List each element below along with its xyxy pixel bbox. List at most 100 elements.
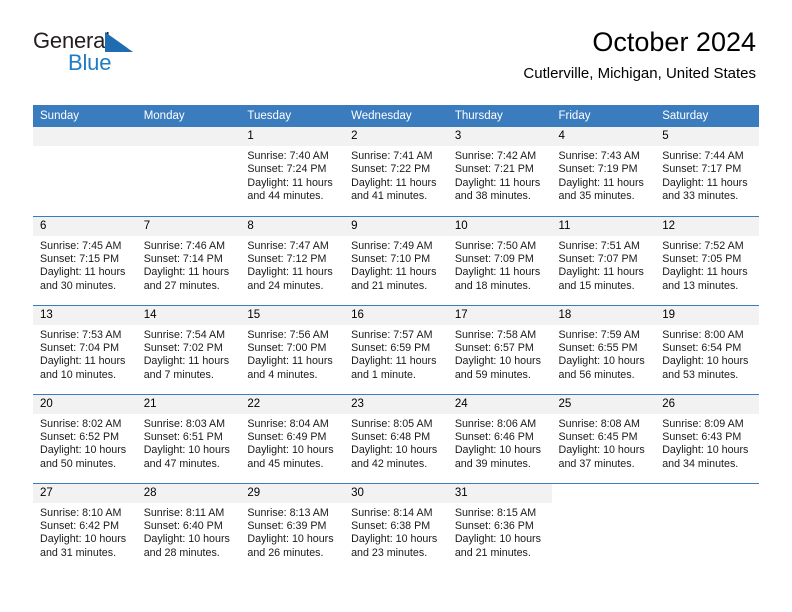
calendar-day-cell[interactable]: 25 Sunrise: 8:08 AM Sunset: 6:45 PM Dayligh…	[551, 393, 656, 483]
day-number: 13	[33, 305, 137, 325]
calendar-day-cell[interactable]: 30 Sunrise: 8:14 AM Sunset: 6:38 PM Dayligh…	[344, 482, 448, 572]
sunrise-text: Sunrise: 8:03 AM	[143, 417, 226, 430]
sunset-text: Sunset: 6:54 PM	[662, 341, 742, 354]
day-number: 6	[33, 216, 137, 236]
calendar-day-cell[interactable]: 5 Sunrise: 7:44 AM Sunset: 7:17 PM Daylight…	[655, 127, 759, 216]
calendar-day-cell[interactable]: 16 Sunrise: 7:57 AM Sunset: 6:59 PM Dayligh…	[344, 304, 448, 394]
calendar-day-cell[interactable]: 13 Sunrise: 7:53 AM Sunset: 7:04 PM Dayligh…	[33, 304, 137, 394]
daylight-text: Daylight: 11 hours and 21 minutes.	[351, 266, 437, 292]
sunrise-text: Sunrise: 7:51 AM	[558, 239, 640, 252]
generalblue-logo[interactable]: General Blue	[33, 30, 153, 80]
sunset-text: Sunset: 7:24 PM	[247, 163, 327, 176]
sunset-text: Sunset: 6:36 PM	[454, 519, 534, 532]
weekday-header-saturday: Saturday	[655, 105, 759, 127]
day-number	[33, 127, 137, 146]
sunrise-text: Sunrise: 7:40 AM	[247, 150, 329, 162]
day-sun-info: Sunrise: 8:10 AM Sunset: 6:42 PM Daylight:…	[33, 503, 137, 561]
calendar-day-cell[interactable]: 21 Sunrise: 8:03 AM Sunset: 6:51 PM Dayligh…	[136, 393, 241, 483]
weekday-header-monday: Monday	[136, 105, 241, 127]
sunset-text: Sunset: 7:15 PM	[40, 252, 120, 265]
daylight-text: Daylight: 10 hours and 26 minutes.	[247, 533, 334, 559]
calendar-day-cell[interactable]: 28 Sunrise: 8:11 AM Sunset: 6:40 PM Dayligh…	[136, 482, 241, 572]
sunrise-text: Sunrise: 7:49 AM	[351, 239, 433, 252]
sunset-text: Sunset: 6:42 PM	[40, 519, 120, 532]
daylight-text: Daylight: 10 hours and 28 minutes.	[143, 533, 230, 559]
calendar-day-cell[interactable]: 19 Sunrise: 8:00 AM Sunset: 6:54 PM Dayligh…	[655, 304, 759, 394]
calendar-week-row: 13 Sunrise: 7:53 AM Sunset: 7:04 PM Dayligh…	[33, 304, 759, 394]
calendar-day-cell[interactable]: 18 Sunrise: 7:59 AM Sunset: 6:55 PM Dayligh…	[551, 304, 656, 394]
sunset-text: Sunset: 7:22 PM	[351, 163, 431, 176]
calendar-day-cell[interactable]: 14 Sunrise: 7:54 AM Sunset: 7:02 PM Dayligh…	[136, 304, 241, 394]
day-sun-info: Sunrise: 8:11 AM Sunset: 6:40 PM Daylight:…	[137, 503, 241, 561]
day-sun-info: Sunrise: 7:53 AM Sunset: 7:04 PM Daylight:…	[33, 325, 137, 383]
day-sun-info: Sunrise: 8:00 AM Sunset: 6:54 PM Daylight:…	[655, 325, 759, 383]
calendar-day-cell[interactable]: 9 Sunrise: 7:49 AM Sunset: 7:10 PM Daylight…	[344, 215, 448, 305]
weekday-header-sunday: Sunday	[33, 105, 137, 127]
calendar-day-cell[interactable]: 27 Sunrise: 8:10 AM Sunset: 6:42 PM Dayligh…	[33, 482, 137, 572]
calendar-day-cell[interactable]: 2 Sunrise: 7:41 AM Sunset: 7:22 PM Daylight…	[344, 127, 448, 216]
sunrise-text: Sunrise: 7:45 AM	[40, 239, 122, 252]
calendar-day-cell-blank	[551, 482, 656, 572]
calendar-day-cell[interactable]: 6 Sunrise: 7:45 AM Sunset: 7:15 PM Daylight…	[33, 215, 137, 305]
day-number: 22	[240, 394, 345, 414]
sunset-text: Sunset: 6:52 PM	[40, 430, 120, 443]
daylight-text: Daylight: 11 hours and 44 minutes.	[247, 176, 333, 203]
sunrise-text: Sunrise: 7:54 AM	[143, 328, 226, 341]
day-number: 28	[136, 483, 241, 503]
daylight-text: Daylight: 10 hours and 56 minutes.	[558, 355, 645, 381]
sunrise-text: Sunrise: 8:13 AM	[247, 506, 329, 519]
calendar-day-cell[interactable]: 3 Sunrise: 7:42 AM Sunset: 7:21 PM Daylight…	[447, 127, 552, 216]
sunrise-text: Sunrise: 8:10 AM	[40, 506, 122, 519]
calendar-day-cell[interactable]: 31 Sunrise: 8:15 AM Sunset: 6:36 PM Dayligh…	[447, 482, 552, 572]
day-number: 5	[655, 127, 759, 146]
title-block: October 2024 Cutlerville, Michigan, Unit…	[523, 26, 756, 84]
day-sun-info: Sunrise: 7:51 AM Sunset: 7:07 PM Daylight:…	[552, 236, 656, 294]
daylight-text: Daylight: 11 hours and 13 minutes.	[662, 266, 748, 292]
daylight-text: Daylight: 10 hours and 42 minutes.	[351, 444, 438, 470]
calendar-day-cell[interactable]: 11 Sunrise: 7:51 AM Sunset: 7:07 PM Dayligh…	[551, 215, 656, 305]
calendar-week-row: 1 Sunrise: 7:40 AM Sunset: 7:24 PM Daylight…	[33, 127, 759, 216]
daylight-text: Daylight: 10 hours and 50 minutes.	[40, 444, 127, 470]
calendar-day-cell[interactable]: 7 Sunrise: 7:46 AM Sunset: 7:14 PM Daylight…	[136, 215, 241, 305]
daylight-text: Daylight: 11 hours and 7 minutes.	[143, 355, 230, 381]
calendar-day-cell[interactable]: 17 Sunrise: 7:58 AM Sunset: 6:57 PM Dayligh…	[447, 304, 552, 394]
sunrise-text: Sunrise: 8:06 AM	[454, 417, 537, 430]
calendar-day-cell[interactable]: 26 Sunrise: 8:09 AM Sunset: 6:43 PM Dayligh…	[655, 393, 759, 483]
weekday-header-friday: Friday	[551, 105, 656, 127]
day-sun-info: Sunrise: 7:44 AM Sunset: 7:17 PM Daylight:…	[655, 146, 759, 204]
sunrise-text: Sunrise: 8:14 AM	[351, 506, 433, 519]
calendar-day-cell[interactable]: 15 Sunrise: 7:56 AM Sunset: 7:00 PM Dayligh…	[240, 304, 345, 394]
calendar-day-cell[interactable]: 10 Sunrise: 7:50 AM Sunset: 7:09 PM Dayligh…	[447, 215, 552, 305]
sunset-text: Sunset: 6:57 PM	[454, 341, 534, 354]
calendar-day-cell[interactable]: 29 Sunrise: 8:13 AM Sunset: 6:39 PM Dayligh…	[240, 482, 345, 572]
calendar-day-cell[interactable]: 12 Sunrise: 7:52 AM Sunset: 7:05 PM Dayligh…	[655, 215, 759, 305]
daylight-text: Daylight: 10 hours and 47 minutes.	[143, 444, 230, 470]
day-sun-info: Sunrise: 7:47 AM Sunset: 7:12 PM Daylight:…	[240, 236, 344, 294]
sunrise-text: Sunrise: 7:44 AM	[662, 150, 744, 162]
page-title: October 2024	[592, 27, 756, 57]
weekday-header-wednesday: Wednesday	[344, 105, 448, 127]
calendar-day-cell[interactable]: 22 Sunrise: 8:04 AM Sunset: 6:49 PM Dayligh…	[240, 393, 345, 483]
sunset-text: Sunset: 7:05 PM	[662, 252, 742, 265]
sunset-text: Sunset: 6:38 PM	[351, 519, 431, 532]
calendar-day-cell[interactable]: 23 Sunrise: 8:05 AM Sunset: 6:48 PM Dayligh…	[344, 393, 448, 483]
day-number: 8	[240, 216, 345, 236]
calendar-day-cell[interactable]: 4 Sunrise: 7:43 AM Sunset: 7:19 PM Daylight…	[551, 127, 656, 216]
daylight-text: Daylight: 10 hours and 34 minutes.	[662, 444, 749, 470]
calendar-day-cell[interactable]: 1 Sunrise: 7:40 AM Sunset: 7:24 PM Daylight…	[240, 127, 345, 216]
sunset-text: Sunset: 6:49 PM	[247, 430, 327, 443]
day-number: 12	[655, 216, 759, 236]
sunrise-text: Sunrise: 8:09 AM	[662, 417, 744, 430]
calendar-day-cell[interactable]: 20 Sunrise: 8:02 AM Sunset: 6:52 PM Dayligh…	[33, 393, 137, 483]
daylight-text: Daylight: 11 hours and 30 minutes.	[40, 266, 126, 292]
daylight-text: Daylight: 11 hours and 27 minutes.	[143, 266, 230, 292]
sunset-text: Sunset: 7:09 PM	[454, 252, 534, 265]
daylight-text: Daylight: 11 hours and 41 minutes.	[351, 176, 437, 203]
weekday-header-tuesday: Tuesday	[240, 105, 345, 127]
day-sun-info: Sunrise: 7:58 AM Sunset: 6:57 PM Daylight:…	[448, 325, 552, 383]
day-number: 21	[136, 394, 241, 414]
calendar-day-cell[interactable]: 8 Sunrise: 7:47 AM Sunset: 7:12 PM Daylight…	[240, 215, 345, 305]
sunrise-text: Sunrise: 8:02 AM	[40, 417, 122, 430]
sunset-text: Sunset: 6:45 PM	[558, 430, 638, 443]
calendar-day-cell[interactable]: 24 Sunrise: 8:06 AM Sunset: 6:46 PM Dayligh…	[447, 393, 552, 483]
